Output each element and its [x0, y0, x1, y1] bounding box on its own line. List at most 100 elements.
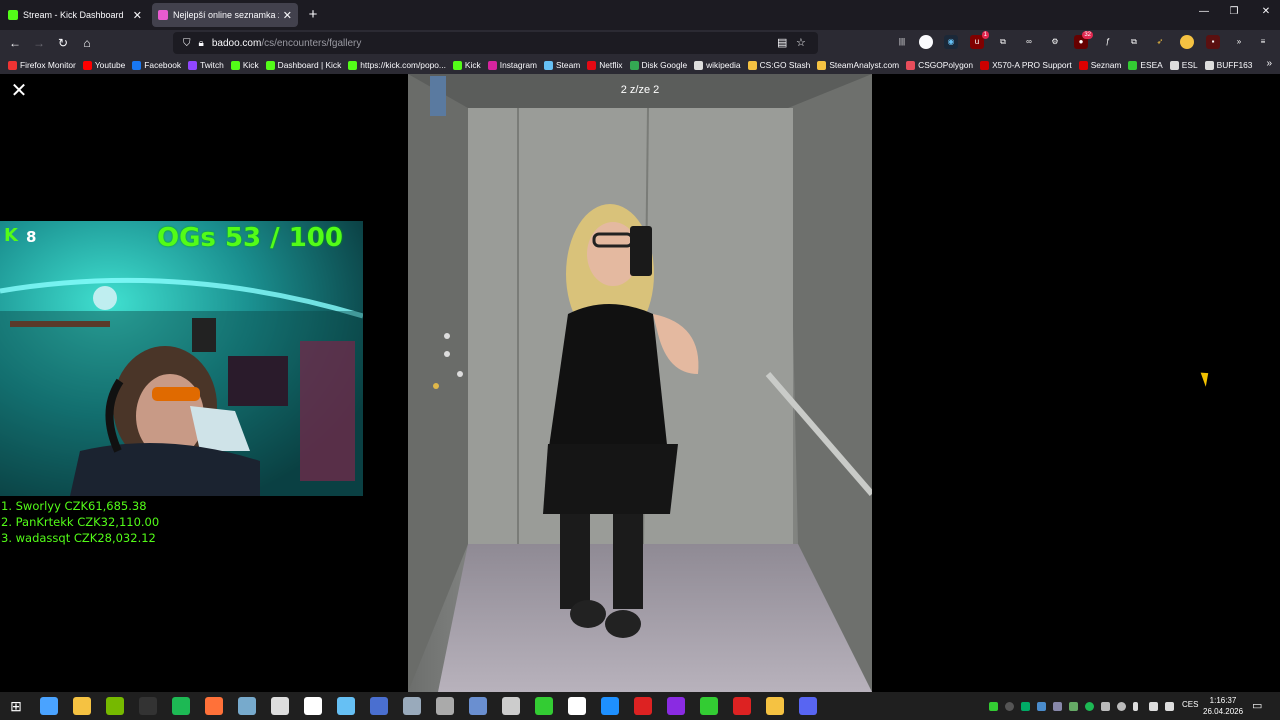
app-icon[interactable]	[634, 697, 652, 715]
app-icon[interactable]	[667, 697, 685, 715]
extension-icon[interactable]: ⧉	[1127, 35, 1141, 49]
monitor-icon[interactable]	[370, 697, 388, 715]
extension-icon[interactable]: ● 32	[1074, 31, 1093, 49]
profile-photo[interactable]: 2 z/ze 2	[408, 74, 872, 692]
opera-icon[interactable]	[733, 697, 751, 715]
close-gallery-button[interactable]: ✕	[8, 80, 30, 102]
tray-icon[interactable]	[1117, 702, 1126, 711]
app-icon[interactable]	[535, 697, 553, 715]
app-icon[interactable]	[238, 697, 256, 715]
bookmark-item[interactable]: SteamAnalyst.com	[817, 60, 899, 70]
tray-icon[interactable]	[1069, 702, 1078, 711]
app-icon[interactable]	[766, 697, 784, 715]
lock-icon[interactable]: 🔒︎	[199, 38, 204, 49]
bookmark-item[interactable]: Facebook	[132, 60, 181, 70]
puzzle-icon[interactable]: ⚙	[1048, 35, 1062, 49]
obs-icon[interactable]	[436, 697, 454, 715]
back-icon[interactable]: ←	[6, 34, 24, 52]
reload-icon[interactable]: ↻	[54, 34, 72, 52]
minimize-icon[interactable]: —	[1194, 6, 1214, 17]
bookmark-item[interactable]: Kick	[230, 60, 259, 70]
terminal-icon[interactable]	[139, 697, 157, 715]
tray-icon[interactable]	[1037, 702, 1046, 711]
bookmark-label: BUFF163	[1216, 60, 1253, 70]
app-icon[interactable]	[403, 697, 421, 715]
nvidia-icon[interactable]	[106, 697, 124, 715]
bookmark-item[interactable]: X570-A PRO Support	[980, 60, 1072, 70]
shield-icon[interactable]: ⛉	[183, 38, 191, 49]
bookmark-item[interactable]: https://kick.com/popo...	[348, 60, 446, 70]
clock[interactable]: 1:16:37 26.04.2026	[1203, 695, 1243, 717]
bookmark-item[interactable]: CSGOPolygon	[906, 60, 973, 70]
extension-icon[interactable]: ▪	[1206, 35, 1220, 49]
bookmark-item[interactable]: CS:GO Stash	[747, 60, 810, 70]
tab-kick-dashboard[interactable]: Stream - Kick Dashboard ✕	[2, 3, 148, 27]
bookmark-item[interactable]: Disk Google	[629, 60, 687, 70]
file-explorer-icon[interactable]	[73, 697, 91, 715]
ublock-icon[interactable]: u1	[970, 31, 989, 49]
bookmark-item[interactable]: BUFF163	[1204, 60, 1253, 70]
kick-icon[interactable]	[568, 697, 586, 715]
notification-icon[interactable]: ▭	[1252, 699, 1262, 712]
home-icon[interactable]: ⌂	[78, 34, 96, 52]
extension-icon[interactable]	[1180, 35, 1194, 49]
tray-icon[interactable]	[1101, 702, 1110, 711]
bookmark-item[interactable]: Seznam	[1078, 60, 1121, 70]
menu-icon[interactable]: ≡	[1256, 35, 1270, 49]
widgets-icon[interactable]	[40, 697, 58, 715]
forward-icon[interactable]: →	[30, 34, 48, 52]
steam-extension-icon[interactable]: ◉	[944, 35, 958, 49]
extension-icon[interactable]: ⧉	[996, 35, 1010, 49]
bookmark-star-icon[interactable]: ☆	[796, 36, 806, 49]
extension-icon[interactable]: ➶	[1153, 35, 1167, 49]
app-icon[interactable]	[502, 697, 520, 715]
tray-icon[interactable]	[1005, 702, 1014, 711]
bookmark-item[interactable]: ESEA	[1128, 60, 1163, 70]
reader-view-icon[interactable]: ▤	[777, 36, 787, 49]
steam-icon[interactable]	[337, 697, 355, 715]
bookmark-item[interactable]: Dashboard | Kick	[265, 60, 341, 70]
new-tab-button[interactable]: +	[305, 6, 321, 24]
bookmark-item[interactable]: Firefox Monitor	[8, 60, 76, 70]
bookmark-item[interactable]: Kick	[452, 60, 481, 70]
library-icon[interactable]: |||	[895, 35, 909, 49]
clock-icon[interactable]	[304, 697, 322, 715]
network-icon[interactable]	[1149, 702, 1158, 711]
tray-icon[interactable]	[989, 702, 998, 711]
close-tab-icon[interactable]: ✕	[133, 9, 142, 22]
spotify-tray-icon[interactable]	[1085, 702, 1094, 711]
url-host: badoo.com	[211, 37, 262, 49]
bookmark-item[interactable]: Steam	[544, 60, 580, 70]
tray-icon[interactable]	[1053, 702, 1062, 711]
extension-icon[interactable]: ∞	[1022, 35, 1036, 49]
bookmarks-overflow-icon[interactable]: »	[1266, 58, 1272, 69]
bookmark-item[interactable]: Youtube	[82, 60, 125, 70]
bookmark-item[interactable]: ESL	[1169, 60, 1198, 70]
overflow-chevron-icon[interactable]: »	[1232, 35, 1246, 49]
app-icon[interactable]	[601, 697, 619, 715]
discord-icon[interactable]	[799, 697, 817, 715]
tab-badoo[interactable]: Nejlepší online seznamka zdarm ✕	[152, 3, 298, 27]
firefox-icon[interactable]	[205, 697, 223, 715]
leaderboard-row: 1. Sworlyy CZK61,685.38	[1, 499, 147, 513]
volume-icon[interactable]	[1165, 702, 1174, 711]
spotify-icon[interactable]	[172, 697, 190, 715]
restore-icon[interactable]: ❐	[1224, 6, 1244, 17]
windows-icon[interactable]: ⊞	[7, 697, 25, 715]
bookmark-item[interactable]: Netflix	[587, 60, 623, 70]
close-tab-icon[interactable]: ✕	[283, 9, 292, 22]
tray-icon[interactable]	[1021, 702, 1030, 711]
app-icon[interactable]	[700, 697, 718, 715]
url-bar[interactable]: ⛉ 🔒︎ badoo.com /cs/encounters/fgallery ▤…	[173, 32, 818, 54]
bookmark-item[interactable]: Twitch	[188, 60, 224, 70]
bookmark-label: CSGOPolygon	[918, 60, 974, 70]
close-window-icon[interactable]: ✕	[1256, 6, 1276, 17]
calculator-icon[interactable]	[469, 697, 487, 715]
bookmark-item[interactable]: Instagram	[487, 60, 537, 70]
bookmark-item[interactable]: wikipedia	[694, 60, 741, 70]
extension-icon[interactable]: ƒ	[1101, 35, 1115, 49]
app-icon[interactable]	[271, 697, 289, 715]
account-icon[interactable]	[919, 35, 933, 49]
language-indicator[interactable]: CES	[1182, 700, 1198, 709]
microphone-icon[interactable]	[1133, 702, 1138, 711]
